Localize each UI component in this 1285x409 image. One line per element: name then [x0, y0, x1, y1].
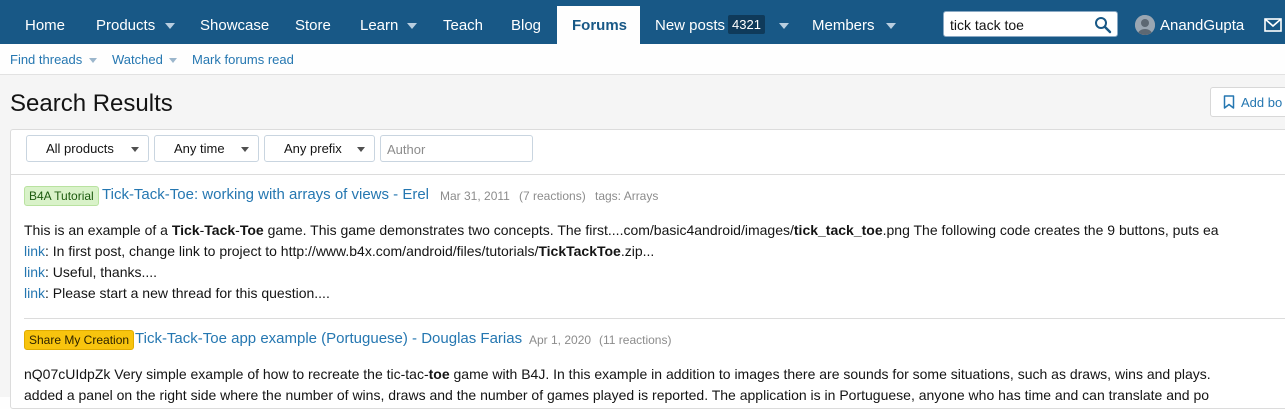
- result-snippet: nQ07cUIdpZk Very simple example of how t…: [24, 366, 1211, 382]
- bookmark-icon: [1223, 95, 1235, 109]
- add-bookmark-label: Add bo: [1241, 95, 1283, 110]
- result-title-link[interactable]: Tick-Tack-Toe: working with arrays of vi…: [102, 186, 429, 203]
- prefix-badge[interactable]: B4A Tutorial: [24, 186, 99, 206]
- chevron-down-icon: [131, 147, 139, 152]
- divider: [24, 318, 1285, 319]
- filter-products-button[interactable]: All products: [26, 135, 149, 162]
- reply-link[interactable]: link: [24, 285, 45, 301]
- prefix-badge[interactable]: Share My Creation: [24, 330, 135, 350]
- result-snippet-line: added a panel on the right side where th…: [24, 387, 1210, 403]
- sub-navigation: Find threads Watched Mark forums read: [0, 44, 1285, 75]
- result-date[interactable]: Apr 1, 2020: [529, 333, 591, 347]
- result-date[interactable]: Mar 31, 2011: [440, 189, 510, 203]
- chevron-down-icon: [357, 147, 365, 152]
- chevron-down-icon: [241, 147, 249, 152]
- filter-time-button[interactable]: Any time: [154, 135, 259, 162]
- nav-forums[interactable]: Forums: [557, 6, 640, 44]
- result-title-link[interactable]: Tick-Tack-Toe app example (Portuguese) -…: [135, 330, 522, 347]
- reply-link[interactable]: link: [24, 264, 45, 280]
- watched-link[interactable]: Watched: [112, 44, 163, 75]
- avatar[interactable]: [1135, 15, 1155, 35]
- filter-prefix-label: Any prefix: [284, 141, 342, 156]
- search-icon[interactable]: [1094, 16, 1112, 34]
- page-title: Search Results: [10, 90, 173, 117]
- nav-products-chevron-down-icon[interactable]: [165, 23, 175, 29]
- result-reply-line: link: Useful, thanks....: [24, 264, 158, 280]
- nav-new-posts-chevron-down-icon[interactable]: [779, 23, 789, 29]
- result-reactions: (11 reactions): [599, 333, 672, 347]
- filter-prefix-button[interactable]: Any prefix: [264, 135, 375, 162]
- filter-time-label: Any time: [174, 141, 225, 156]
- mail-icon[interactable]: [1264, 18, 1282, 32]
- top-navigation-bar: Home Products Showcase Store Learn Teach…: [0, 0, 1285, 44]
- author-filter-input[interactable]: Author: [380, 135, 533, 162]
- result-tags[interactable]: tags: Arrays: [595, 189, 658, 203]
- filter-products-label: All products: [46, 141, 114, 156]
- user-avatar-icon: [1135, 15, 1155, 35]
- search-input[interactable]: tick tack toe: [943, 11, 1118, 37]
- watched-chevron-down-icon[interactable]: [169, 58, 177, 63]
- find-threads-link[interactable]: Find threads: [10, 44, 82, 75]
- nav-members-chevron-down-icon[interactable]: [886, 23, 896, 29]
- mark-forums-read-link[interactable]: Mark forums read: [192, 44, 294, 75]
- find-threads-chevron-down-icon[interactable]: [89, 58, 97, 63]
- divider: [10, 174, 1285, 175]
- search-input-value: tick tack toe: [950, 17, 1024, 33]
- result-reply-line: link: Please start a new thread for this…: [24, 285, 330, 301]
- result-snippet: This is an example of a Tick-Tack-Toe ga…: [24, 222, 1219, 238]
- result-reply-line: link: In first post, change link to proj…: [24, 243, 655, 259]
- new-posts-count-badge: 4321: [728, 15, 765, 34]
- add-bookmark-button[interactable]: Add bo: [1210, 87, 1285, 117]
- result-reactions: (7 reactions): [519, 189, 586, 203]
- author-placeholder: Author: [387, 142, 426, 157]
- reply-link[interactable]: link: [24, 243, 45, 259]
- nav-learn-chevron-down-icon[interactable]: [407, 23, 417, 29]
